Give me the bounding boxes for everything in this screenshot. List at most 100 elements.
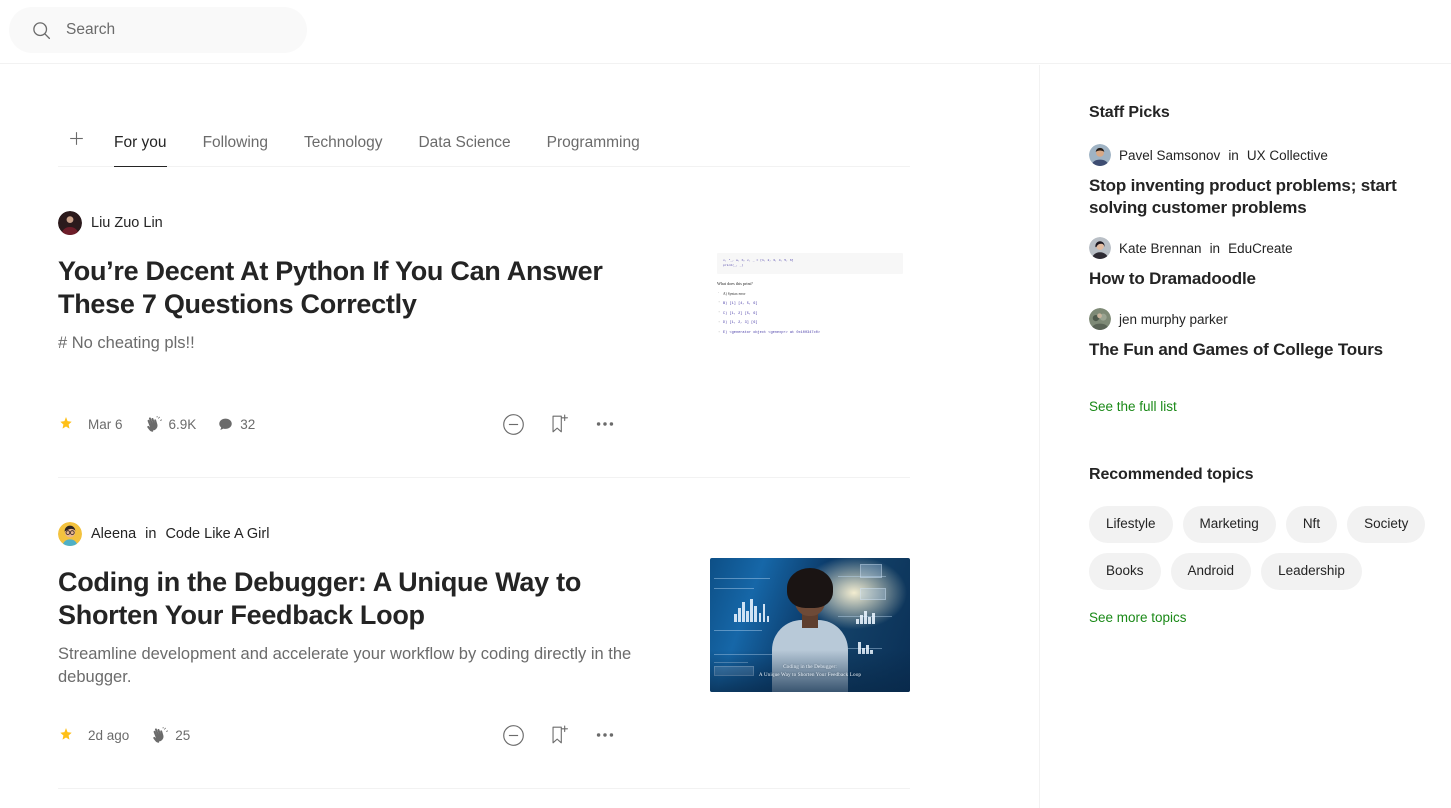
tab-technology[interactable]: Technology (304, 134, 382, 167)
publish-date: 2d ago (88, 727, 130, 743)
staff-pick-author[interactable]: jen murphy parker (1119, 312, 1228, 327)
plus-icon (69, 131, 83, 145)
staff-pick-byline[interactable]: Kate Brennan in EduCreate (1089, 237, 1451, 260)
staff-pick-title[interactable]: How to Dramadoodle (1089, 268, 1451, 290)
topic-pill-leadership[interactable]: Leadership (1261, 553, 1362, 591)
article-byline[interactable]: Aleena in Code Like A Girl (58, 522, 658, 546)
avatar (1089, 237, 1111, 260)
bookmark-plus-icon (552, 725, 568, 744)
add-topic-button[interactable] (58, 116, 94, 160)
staff-pick-author[interactable]: Pavel Samsonov (1119, 148, 1220, 163)
article-meta-row: 2d ago 25 (58, 722, 658, 748)
star-icon (60, 728, 72, 740)
tab-data-science[interactable]: Data Science (418, 134, 510, 167)
more-options-button[interactable] (582, 409, 628, 439)
topic-pill-nft[interactable]: Nft (1285, 506, 1338, 544)
tab-for-you[interactable]: For you (114, 134, 167, 167)
article-thumbnail[interactable]: x, *_, a, b, c, _ = [1, 2, 3, 4, 5, 6] p… (710, 247, 910, 381)
caption-line: A Unique Way to Shorten Your Feedback Lo… (758, 672, 862, 679)
search-box[interactable] (9, 7, 307, 53)
see-more-topics-link[interactable]: See more topics (1089, 610, 1187, 625)
byline-in-word: in (145, 526, 157, 542)
avatar-image (1089, 144, 1111, 166)
quiz-code-block: x, *_, a, b, c, _ = [1, 2, 3, 4, 5, 6] p… (717, 253, 903, 274)
recommended-topics-section: Recommended topics Lifestyle Marketing N… (1089, 466, 1451, 627)
author-name[interactable]: Aleena (91, 526, 136, 542)
staff-pick-publication[interactable]: EduCreate (1228, 241, 1293, 256)
recommended-topics-heading: Recommended topics (1089, 466, 1254, 484)
article-card[interactable]: Aleena in Code Like A Girl Coding in the… (58, 478, 910, 789)
topic-pill-books[interactable]: Books (1089, 553, 1161, 591)
topic-pill-society[interactable]: Society (1347, 506, 1426, 544)
sidebar: Staff Picks Pavel Samsonov in UX Collect… (1089, 104, 1451, 627)
more-options-button[interactable] (582, 720, 628, 750)
staff-pick-publication[interactable]: UX Collective (1247, 148, 1328, 163)
comment-icon (219, 418, 233, 430)
publish-date: Mar 6 (88, 416, 123, 432)
topic-pill-android[interactable]: Android (1170, 553, 1252, 591)
avatar (1089, 308, 1111, 331)
staff-pick-title[interactable]: The Fun and Games of College Tours (1089, 339, 1451, 361)
article-byline[interactable]: Liu Zuo Lin (58, 211, 658, 235)
clap-icon (146, 415, 162, 432)
article-title[interactable]: Coding in the Debugger: A Unique Way to … (58, 566, 658, 633)
clap-icon (153, 726, 169, 743)
byline-in-word: in (1228, 147, 1239, 163)
staff-pick-byline[interactable]: Pavel Samsonov in UX Collective (1089, 144, 1451, 166)
mute-author-button[interactable] (490, 720, 536, 750)
article-title[interactable]: You’re Decent At Python If You Can Answe… (58, 255, 658, 322)
quiz-option: D) [1, 2, 3] [6] (717, 321, 903, 326)
save-story-button[interactable] (536, 720, 582, 750)
topic-pill-lifestyle[interactable]: Lifestyle (1089, 506, 1173, 544)
staff-pick-item[interactable]: Pavel Samsonov in UX Collective Stop inv… (1089, 144, 1451, 219)
feed-column: For you Following Technology Data Scienc… (58, 64, 910, 789)
tab-following[interactable]: Following (203, 134, 268, 167)
topic-pill-marketing[interactable]: Marketing (1182, 506, 1276, 544)
caption-line: Coding in the Debugger: (783, 663, 837, 670)
avatar-image (58, 522, 82, 546)
staff-pick-title[interactable]: Stop inventing product problems; start s… (1089, 175, 1451, 219)
publication-name[interactable]: Code Like A Girl (165, 526, 269, 542)
avatar (58, 211, 82, 235)
star-icon (60, 417, 72, 429)
avatar (1089, 144, 1111, 166)
feed-tabs: For you Following Technology Data Scienc… (58, 64, 910, 167)
quiz-option: C) [1, 2] [5, 6] (717, 311, 903, 317)
debugger-hero-image: Coding in the Debugger: A Unique Way to … (710, 558, 910, 692)
search-icon (33, 21, 51, 39)
save-story-button[interactable] (536, 409, 582, 439)
staff-pick-item[interactable]: jen murphy parker The Fun and Games of C… (1089, 308, 1451, 361)
staff-pick-item[interactable]: Kate Brennan in EduCreate How to Dramado… (1089, 237, 1451, 290)
topic-pill-list: Lifestyle Marketing Nft Society Books An… (1089, 506, 1429, 591)
clap-count: 6.9K (168, 416, 197, 432)
see-full-list-link[interactable]: See the full list (1089, 399, 1177, 414)
comment-count: 32 (240, 416, 256, 432)
quiz-question: What does this print? (717, 280, 753, 286)
thumbnail-caption: Coding in the Debugger: A Unique Way to … (710, 663, 910, 680)
tab-programming[interactable]: Programming (547, 134, 640, 167)
quiz-option: E) <generator object <genexpr> at 0x1003… (717, 331, 903, 336)
staff-picks-heading: Staff Picks (1089, 104, 1170, 121)
article-card[interactable]: Liu Zuo Lin You’re Decent At Python If Y… (58, 167, 910, 478)
article-thumbnail[interactable]: Coding in the Debugger: A Unique Way to … (710, 558, 910, 692)
top-bar (0, 0, 1451, 64)
author-name[interactable]: Liu Zuo Lin (91, 215, 163, 231)
staff-pick-byline[interactable]: jen murphy parker (1089, 308, 1451, 331)
byline-in-word: in (1209, 240, 1221, 256)
quiz-screenshot: x, *_, a, b, c, _ = [1, 2, 3, 4, 5, 6] p… (710, 247, 910, 381)
clap-stat[interactable]: 6.9K (145, 415, 197, 433)
search-input[interactable] (66, 21, 276, 39)
quiz-code-line: print(_, _) (723, 263, 744, 268)
quiz-option: A) Syntax error (717, 291, 903, 297)
mute-author-button[interactable] (490, 409, 536, 439)
comment-stat[interactable]: 32 (218, 417, 255, 432)
avatar-image (58, 211, 82, 235)
article-subtitle: # No cheating pls!! (58, 333, 195, 352)
column-divider (1039, 65, 1040, 808)
minus-circle-icon (502, 724, 524, 746)
avatar (58, 522, 82, 546)
clap-stat[interactable]: 25 (151, 726, 190, 744)
quiz-option: B) [1] [4, 5, 6] (717, 301, 903, 307)
minus-circle-icon (502, 413, 524, 435)
staff-pick-author[interactable]: Kate Brennan (1119, 241, 1202, 256)
